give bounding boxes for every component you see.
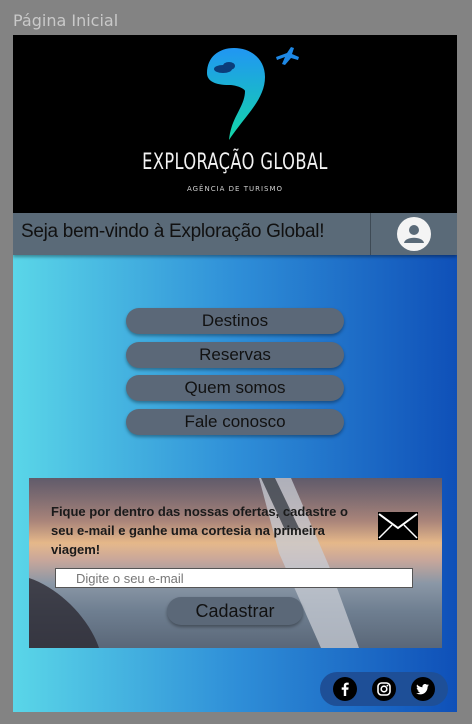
twitter-icon[interactable] (411, 677, 435, 701)
brand-name: EXPLORAÇÃO GLOBAL (142, 150, 328, 175)
main-nav: Destinos Reservas Quem somos Fale conosc… (126, 308, 346, 442)
nav-reservas-button[interactable]: Reservas (126, 341, 344, 368)
welcome-bar: Seja bem-vindo à Exploração Global! (13, 213, 457, 255)
brand-tagline: AGÊNCIA DE TURISMO (186, 185, 284, 193)
user-icon (404, 225, 424, 243)
welcome-divider (370, 213, 371, 255)
nav-fale-conosco-button[interactable]: Fale conosco (126, 408, 344, 435)
welcome-text: Seja bem-vindo à Exploração Global! (21, 221, 325, 242)
app-frame: EXPLORAÇÃO GLOBAL AGÊNCIA DE TURISMO Sej… (13, 35, 457, 712)
page-label: Página Inicial (13, 11, 119, 30)
facebook-icon[interactable] (333, 677, 357, 701)
nav-destinos-button[interactable]: Destinos (126, 308, 344, 334)
newsletter-text: Fique por dentro das nossas ofertas, cad… (51, 504, 348, 557)
cadastrar-button[interactable]: Cadastrar (167, 597, 303, 625)
user-avatar[interactable] (397, 217, 431, 251)
newsletter-card: Fique por dentro das nossas ofertas, cad… (29, 478, 442, 648)
email-input[interactable] (55, 568, 413, 588)
nav-quem-somos-button[interactable]: Quem somos (126, 375, 344, 401)
instagram-icon[interactable] (372, 677, 396, 701)
social-links (320, 672, 448, 706)
envelope-icon (378, 512, 418, 540)
header-banner: EXPLORAÇÃO GLOBAL AGÊNCIA DE TURISMO (13, 35, 457, 213)
logo-pin-plane-icon (207, 47, 299, 140)
